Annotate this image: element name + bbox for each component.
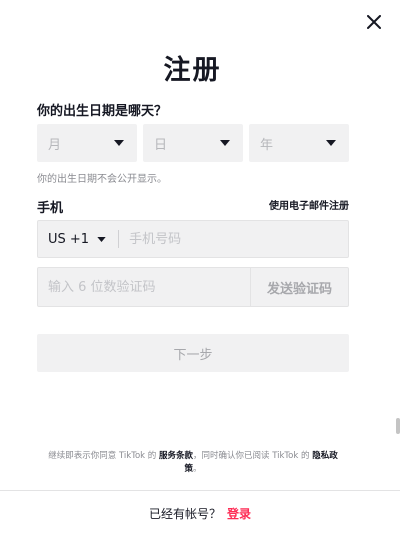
terms-prefix: 继续即表示你同意 TikTok 的 <box>48 451 157 461</box>
caret-down-icon <box>97 236 106 242</box>
year-select[interactable]: 年 <box>249 124 349 162</box>
scroll-area[interactable]: 注册 你的出生日期是哪天？ 月 日 年 你的出生日期不会公开显示。 手机 使用电… <box>0 0 396 490</box>
email-signup-link[interactable]: 使用电子邮件注册 <box>269 197 349 212</box>
footer: 已经有帐号？ 登录 <box>0 490 400 535</box>
verification-code-input[interactable] <box>38 268 250 306</box>
caret-down-icon <box>114 140 124 146</box>
phone-label: 手机 <box>37 201 64 216</box>
day-select[interactable]: 日 <box>143 124 243 162</box>
have-account-text: 已经有帐号？ <box>148 506 221 521</box>
birthday-label: 你的出生日期是哪天？ <box>37 104 168 119</box>
terms-suffix: 。 <box>193 464 202 474</box>
terms-middle: ，同时确认你已阅读 TikTok 的 <box>193 451 310 461</box>
country-code-select[interactable]: US +1 <box>38 221 118 257</box>
signup-modal: 注册 你的出生日期是哪天？ 月 日 年 你的出生日期不会公开显示。 手机 使用电… <box>0 0 400 535</box>
phone-input[interactable] <box>119 221 348 257</box>
day-placeholder: 日 <box>154 137 168 153</box>
terms-of-service-link[interactable]: 服务条款 <box>159 451 193 461</box>
caret-down-icon <box>220 140 230 146</box>
month-placeholder: 月 <box>48 137 62 153</box>
terms-text: 继续即表示你同意 TikTok 的 服务条款，同时确认你已阅读 TikTok 的… <box>40 450 346 476</box>
caret-down-icon <box>326 140 336 146</box>
login-link[interactable]: 登录 <box>227 505 251 522</box>
verification-code-group: 发送验证码 <box>37 267 349 307</box>
month-select[interactable]: 月 <box>37 124 137 162</box>
year-placeholder: 年 <box>260 137 274 153</box>
send-code-button[interactable]: 发送验证码 <box>250 268 348 306</box>
close-button[interactable] <box>361 9 387 35</box>
phone-field-group: US +1 <box>37 220 349 258</box>
birthday-hint: 你的出生日期不会公开显示。 <box>37 174 167 185</box>
scrollbar[interactable] <box>396 418 400 434</box>
country-code-value: US +1 <box>48 231 90 247</box>
next-button[interactable]: 下一步 <box>37 334 349 372</box>
page-title: 注册 <box>163 55 222 86</box>
close-icon <box>367 15 381 29</box>
